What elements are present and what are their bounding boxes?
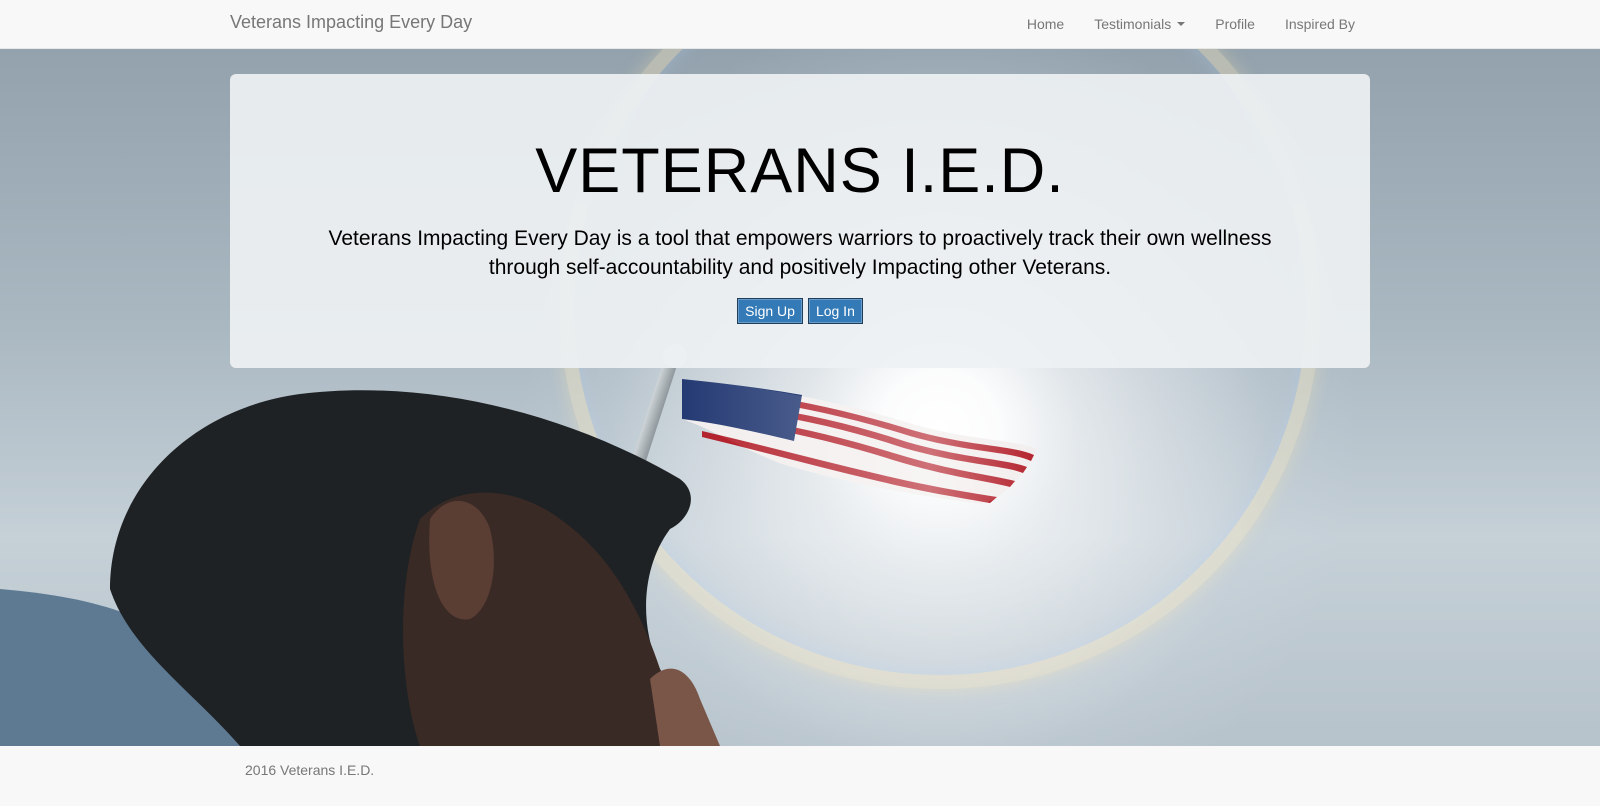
- brand-link[interactable]: Veterans Impacting Every Day: [230, 12, 472, 32]
- auth-buttons: Sign Up Log In: [230, 298, 1370, 324]
- nav-item-home[interactable]: Home: [1012, 0, 1079, 48]
- hero-description: Veterans Impacting Every Day is a tool t…: [328, 227, 1272, 279]
- navbar: Veterans Impacting Every Day Home Testim…: [0, 0, 1600, 49]
- footer-copyright: 2016 Veterans I.E.D.: [245, 762, 375, 778]
- page-title: VETERANS I.E.D.: [535, 136, 1065, 206]
- footer: 2016 Veterans I.E.D.: [0, 746, 1600, 806]
- jumbotron-card: VETERANS I.E.D. Veterans Impacting Every…: [230, 74, 1370, 368]
- nav-item-testimonials-label: Testimonials: [1094, 16, 1172, 32]
- nav-item-profile[interactable]: Profile: [1200, 0, 1270, 48]
- nav-item-testimonials[interactable]: Testimonials: [1079, 0, 1200, 48]
- caret-down-icon: [1177, 22, 1186, 26]
- log-in-button[interactable]: Log In: [807, 298, 863, 324]
- nav-item-inspired-by[interactable]: Inspired By: [1270, 0, 1370, 48]
- nav-menu: Home Testimonials Profile Inspired By: [1012, 0, 1370, 48]
- sign-up-button[interactable]: Sign Up: [737, 298, 803, 324]
